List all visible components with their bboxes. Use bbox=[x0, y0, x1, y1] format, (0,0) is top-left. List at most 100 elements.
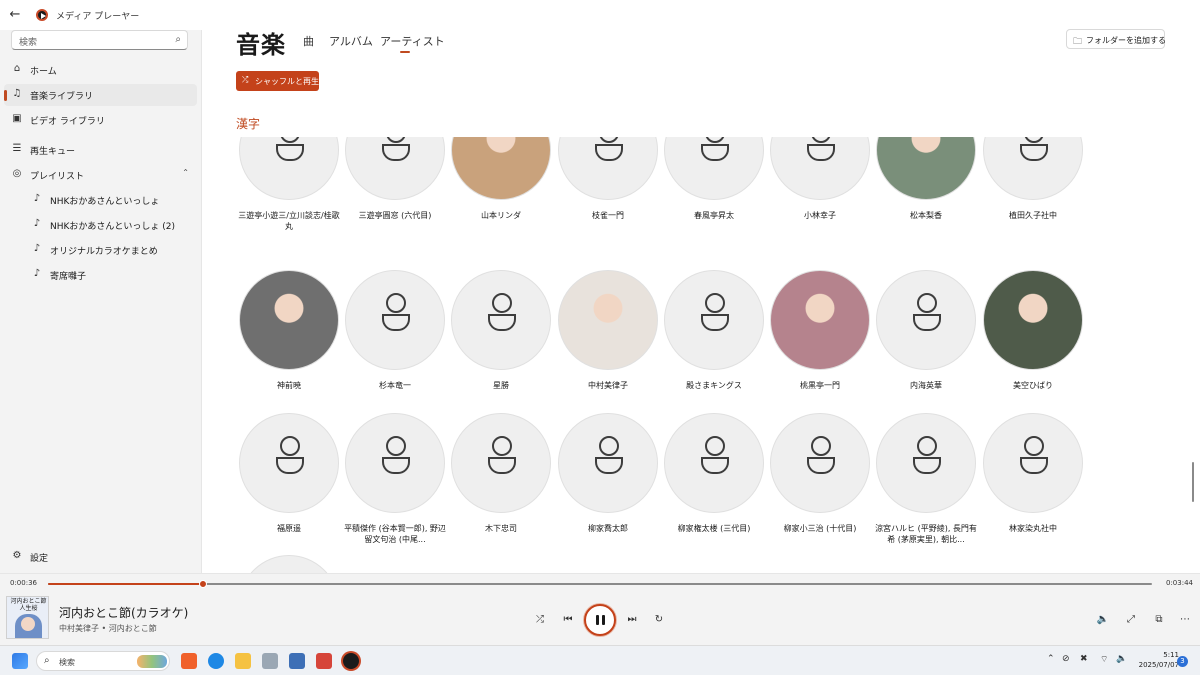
seek-bar-thumb[interactable] bbox=[199, 580, 207, 588]
playlist-item[interactable]: ♪ NHKおかあさんといっしょ (2) bbox=[4, 214, 197, 236]
previous-track-icon[interactable]: ⏮ bbox=[559, 611, 577, 629]
mini-player-icon[interactable]: ⧉ bbox=[1150, 611, 1168, 629]
add-folder-label: フォルダーを追加する bbox=[1086, 36, 1166, 45]
playlist-label: 寄席囃子 bbox=[50, 272, 87, 282]
playlist-music-icon: ♪ bbox=[33, 268, 41, 279]
seek-bar[interactable] bbox=[48, 580, 1152, 588]
person-icon bbox=[917, 436, 937, 456]
now-playing-subtitle[interactable]: 中村美律子 • 河内おとこ節 bbox=[59, 623, 157, 634]
taskbar-search[interactable]: ⌕ 検索 bbox=[36, 651, 170, 671]
search-icon[interactable]: ⌕ bbox=[175, 34, 181, 45]
playlist-item[interactable]: ♪ 寄席囃子 bbox=[4, 264, 197, 286]
person-icon bbox=[913, 457, 941, 474]
artist-name: 星勝 bbox=[493, 381, 509, 390]
sidebar-item-label: 設定 bbox=[30, 554, 49, 564]
artist-placeholder-avatar bbox=[876, 413, 976, 513]
more-options-icon[interactable]: ⋯ bbox=[1176, 611, 1194, 629]
audio-app-icon[interactable] bbox=[316, 653, 332, 669]
sidebar-item-settings[interactable]: ⚙ 設定 bbox=[4, 546, 197, 568]
pause-icon bbox=[596, 615, 599, 625]
tab-artists[interactable]: アーティスト bbox=[380, 33, 445, 49]
artist-placeholder-avatar bbox=[983, 137, 1083, 200]
artist-placeholder-avatar bbox=[664, 270, 764, 370]
file-explorer-icon[interactable] bbox=[235, 653, 251, 669]
notification-badge[interactable]: 3 bbox=[1177, 656, 1188, 667]
artist-placeholder-avatar bbox=[983, 413, 1083, 513]
shuffle-icon: ⤮ bbox=[242, 75, 249, 84]
document-app-icon[interactable] bbox=[289, 653, 305, 669]
sidebar-item-video-library[interactable]: ▣ ビデオ ライブラリ bbox=[4, 109, 197, 131]
chevron-up-icon[interactable]: ⌃ bbox=[182, 168, 189, 177]
person-icon bbox=[599, 137, 619, 143]
sidebar-item-music-library[interactable]: ♫ 音楽ライブラリ bbox=[4, 84, 197, 106]
sidebar-item-playlists[interactable]: ◎ プレイリスト ⌃ bbox=[4, 164, 197, 186]
sidebar-item-label: ビデオ ライブラリ bbox=[30, 117, 105, 127]
person-icon bbox=[701, 314, 729, 331]
add-folder-button[interactable]: 🗀 フォルダーを追加する bbox=[1066, 29, 1166, 49]
fullscreen-icon[interactable]: ⤢ bbox=[1122, 611, 1140, 629]
tab-albums[interactable]: アルバム bbox=[329, 33, 373, 49]
artist-grid: 三遊亭小遊三/立川談志/桂歌丸 三遊亭圓窓 (六代目) 山本リンダ 枝雀一門 春風亭昇太… bbox=[203, 137, 1200, 573]
person-icon bbox=[701, 457, 729, 474]
artist-name: 柳家小三治 (十代目) bbox=[783, 524, 857, 533]
person-icon bbox=[807, 144, 835, 161]
playlist-item[interactable]: ♪ NHKおかあさんといっしょ bbox=[4, 189, 197, 211]
photos-icon[interactable] bbox=[262, 653, 278, 669]
home-icon: ⌂ bbox=[13, 63, 21, 74]
media-player-app-icon bbox=[36, 9, 48, 21]
speaker-icon[interactable]: 🔈 bbox=[1116, 654, 1127, 664]
artist-photo bbox=[983, 270, 1083, 370]
sidebar-item-label: プレイリスト bbox=[30, 172, 85, 182]
playlist-label: オリジナルカラオケまとめ bbox=[50, 247, 158, 257]
artist-placeholder-avatar bbox=[239, 137, 339, 200]
sidebar-item-home[interactable]: ⌂ ホーム bbox=[4, 59, 197, 81]
artist-name: 平積傑作 (谷本賢一郎), 野辺留文句治 (中尾... bbox=[344, 524, 446, 544]
scrollbar-thumb[interactable] bbox=[1192, 462, 1194, 502]
search-input[interactable]: 検索 ⌕ bbox=[11, 30, 188, 50]
person-icon bbox=[492, 293, 512, 313]
artist-name: 中村美律子 bbox=[588, 381, 628, 390]
artist-placeholder-avatar bbox=[664, 413, 764, 513]
back-arrow-icon[interactable]: ← bbox=[6, 6, 24, 24]
artist-name: 植田久子社中 bbox=[1009, 211, 1057, 220]
sidebar-item-queue[interactable]: ☰ 再生キュー bbox=[4, 139, 197, 161]
app-tray-icon[interactable]: ✖ bbox=[1080, 654, 1088, 664]
person-icon bbox=[386, 137, 406, 143]
artist-placeholder-avatar bbox=[770, 413, 870, 513]
artist-photo bbox=[451, 137, 551, 200]
wifi-icon[interactable]: ⌔ bbox=[1100, 654, 1108, 665]
tab-songs[interactable]: 曲 bbox=[303, 33, 314, 49]
album-art[interactable]: 河内おとこ節 人生桜 bbox=[6, 596, 49, 639]
person-icon bbox=[382, 314, 410, 331]
now-playing-title[interactable]: 河内おとこ節(カラオケ) bbox=[59, 604, 188, 621]
person-icon bbox=[917, 293, 937, 313]
artist-placeholder-avatar bbox=[239, 555, 339, 573]
repeat-icon[interactable]: ↻ bbox=[650, 611, 668, 629]
playlist-item[interactable]: ♪ オリジナルカラオケまとめ bbox=[4, 239, 197, 261]
artist-name: 福原遥 bbox=[277, 524, 301, 533]
taskbar-search-label: 検索 bbox=[59, 658, 75, 667]
search-placeholder: 検索 bbox=[19, 38, 38, 48]
artist-placeholder-avatar bbox=[451, 413, 551, 513]
notification-tray-icon[interactable]: ⊘ bbox=[1062, 654, 1070, 664]
edge-browser-icon[interactable] bbox=[208, 653, 224, 669]
media-player-taskbar-icon[interactable] bbox=[343, 653, 359, 669]
system-clock[interactable]: 5:11 2025/07/07 bbox=[1133, 650, 1179, 670]
shuffle-toggle-icon[interactable]: ⤮ bbox=[531, 611, 549, 629]
brave-browser-icon[interactable] bbox=[181, 653, 197, 669]
shuffle-play-button[interactable]: ⤮ シャッフルと再生 bbox=[236, 71, 319, 91]
chevron-up-icon[interactable]: ⌃ bbox=[1047, 654, 1055, 664]
pause-button[interactable] bbox=[584, 604, 616, 636]
person-icon bbox=[488, 314, 516, 331]
sidebar-item-label: 音楽ライブラリ bbox=[30, 92, 94, 102]
next-track-icon[interactable]: ⏭ bbox=[623, 611, 641, 629]
selection-indicator bbox=[4, 90, 7, 101]
search-highlight-image bbox=[137, 655, 167, 668]
person-icon bbox=[595, 457, 623, 474]
media-player-window: ← メディア プレーヤー — ❐ ✕ 検索 ⌕ ⌂ ホーム ♫ 音楽ライブラリ … bbox=[0, 0, 1200, 645]
elapsed-time: 0:00:36 bbox=[10, 579, 37, 587]
windows-start-icon[interactable] bbox=[12, 653, 28, 669]
artist-name: 桃黒亭一門 bbox=[800, 381, 840, 390]
person-icon bbox=[386, 436, 406, 456]
volume-icon[interactable]: 🔈 bbox=[1094, 611, 1112, 629]
